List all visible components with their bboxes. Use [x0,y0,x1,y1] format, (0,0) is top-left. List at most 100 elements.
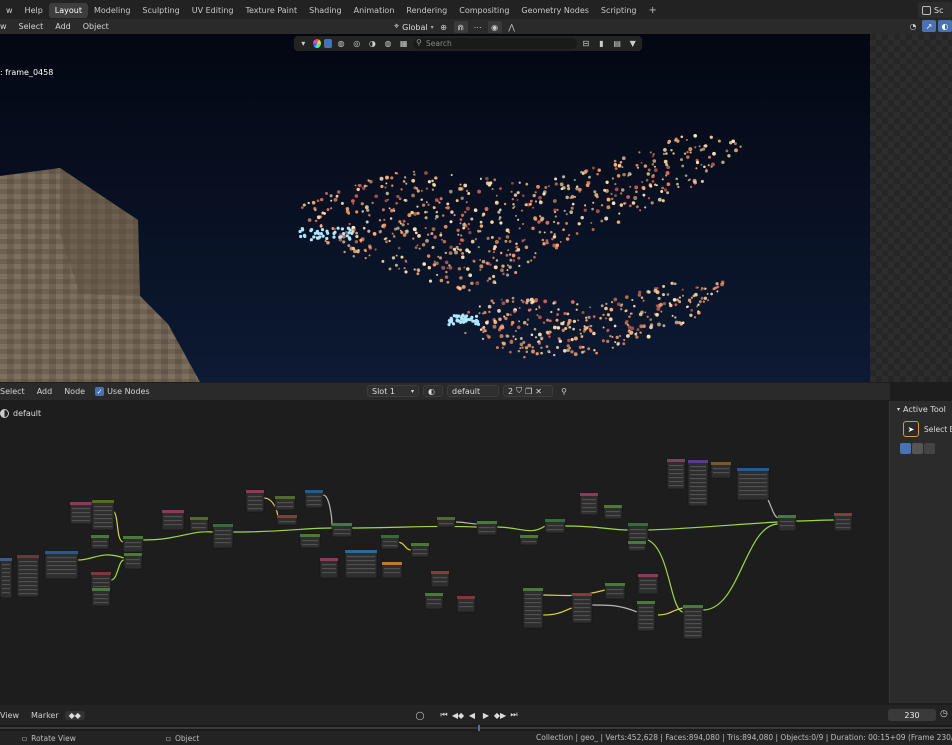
drone-light [700,163,703,166]
drone-light [335,194,339,198]
menu-node-add[interactable]: Add [31,387,59,396]
jump-start-icon[interactable]: ⏮ [438,709,450,721]
menu-node-select[interactable]: Select [0,387,31,396]
drone-light [589,324,593,328]
tab-modeling[interactable]: Modeling [88,3,136,18]
overlay-icon[interactable]: ◐ [938,20,952,32]
keyframe-icon[interactable]: ◆◆ [64,710,85,720]
node-socket-row [574,607,590,609]
prev-keyframe-icon[interactable]: ◀◆ [452,709,464,721]
menu-object[interactable]: Object [77,22,115,31]
sphere-icon[interactable]: ◍ [335,38,348,50]
search-input[interactable]: ⚲ Search [412,38,577,49]
orientation-dropdown[interactable]: Global [402,23,428,32]
drone-light [452,247,457,251]
add-workspace-button[interactable]: + [642,5,662,16]
shading-icon[interactable]: ◑ [366,38,379,50]
drone-light [516,191,520,195]
tab-animation[interactable]: Animation [348,3,401,18]
gizmo-icon[interactable]: ↗ [922,20,936,32]
drone-light [534,191,537,194]
material-browse[interactable]: ◐ [423,385,443,397]
visibility-icon[interactable]: ◔ [906,20,920,32]
tab-shading[interactable]: Shading [303,3,348,18]
menu-timeline-view[interactable]: View [0,711,25,720]
color-wheel-icon[interactable] [312,39,321,48]
scene-selector[interactable]: Sc [918,2,952,18]
proportional-edit-icon[interactable]: ◉ [487,21,502,33]
menu-marker[interactable]: Marker [25,711,65,720]
square-icon[interactable] [323,39,332,48]
tab-texture-paint[interactable]: Texture Paint [239,3,303,18]
menu-help[interactable]: Help [19,6,49,15]
menu-view[interactable]: w [0,22,13,31]
select-tool-label: Select B [924,425,952,434]
node-editor[interactable] [0,400,887,703]
pivot-icon[interactable]: ⊕ [437,21,451,33]
tab-compositing[interactable]: Compositing [453,3,515,18]
node-header [70,502,92,505]
material-name-field[interactable]: default [447,385,499,397]
drone-light [444,275,449,279]
play-reverse-icon[interactable]: ◀ [466,709,478,721]
active-tool-panel-header[interactable]: ▾ Active Tool [897,405,946,414]
tab-rendering[interactable]: Rendering [400,3,453,18]
tab-uv-editing[interactable]: UV Editing [186,3,240,18]
sphere-alt-icon[interactable]: ◍ [382,38,395,50]
tab-scripting[interactable]: Scripting [595,3,643,18]
play-icon[interactable]: ▶ [480,709,492,721]
drone-light [686,150,689,154]
filter-icon[interactable]: ▼ [626,38,639,50]
snap-target-icon[interactable]: ⋯ [471,21,485,33]
toggle-icon[interactable]: ⊟ [580,38,593,50]
drone-light [566,312,570,316]
slot-dropdown[interactable]: Slot 1 ▾ [367,385,419,397]
drone-light [428,279,433,283]
node-socket-row [582,503,596,505]
drone-light [488,310,491,314]
menu-window[interactable]: w [0,6,19,15]
bookmark-icon[interactable]: ▮ [595,38,608,50]
jump-end-icon[interactable]: ⏭ [508,709,520,721]
clock-icon[interactable]: ◷ [940,709,948,719]
chevron-down-icon[interactable]: ▾ [297,38,310,50]
tab-geometry-nodes[interactable]: Geometry Nodes [515,3,594,18]
pin-icon[interactable]: ⚲ [557,385,571,397]
image-icon[interactable]: ▦ [397,38,410,50]
drone-light [365,220,369,224]
material-users[interactable]: 2 ⛉ ❐ ✕ [503,385,553,397]
drone-light [733,142,737,146]
3d-viewport[interactable] [0,34,870,382]
drone-light [434,217,437,220]
drone-light [693,133,698,138]
select-new-icon[interactable] [900,443,911,454]
node-socket-row [690,502,706,504]
drone-light [701,287,704,290]
record-icon[interactable]: ◯ [414,709,426,721]
current-frame-field[interactable]: 230 [888,709,936,721]
menu-add[interactable]: Add [49,22,77,31]
drone-light [563,209,566,213]
menu-select[interactable]: Select [13,22,50,31]
drone-light [490,220,494,224]
drone-light [542,242,545,246]
node-socket-row [739,474,767,476]
drone-light [501,346,504,349]
tab-layout[interactable]: Layout [48,2,88,18]
layout-icon[interactable]: ▤ [611,38,624,50]
node-socket-row [459,602,473,604]
select-box-tool[interactable]: ➤ [903,421,919,437]
drone-light [538,305,541,308]
use-nodes-toggle[interactable]: ✓ Use Nodes [91,387,154,396]
snap-icon[interactable]: ⋒ [453,21,468,33]
node-header [91,535,109,538]
next-keyframe-icon[interactable]: ◆▶ [494,709,506,721]
drone-light [579,328,582,331]
select-extend-icon[interactable] [912,443,923,454]
tab-sculpting[interactable]: Sculpting [136,3,185,18]
falloff-icon[interactable]: ⋀ [505,21,519,33]
menu-node-node[interactable]: Node [58,387,91,396]
globe-icon[interactable]: ◎ [350,38,363,50]
select-subtract-icon[interactable] [924,443,935,454]
drone-light [710,165,713,168]
